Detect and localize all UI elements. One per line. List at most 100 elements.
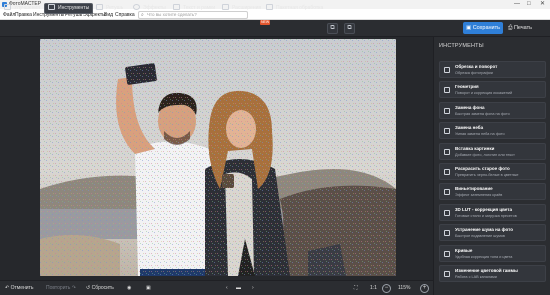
chevron-left-icon: ‹ [226,285,228,291]
fullscreen-button[interactable]: ⛶ [354,284,358,293]
tab-enhance[interactable]: Улучшения [4,3,40,14]
tool-title: Виньетирование [455,186,493,192]
tab-effects[interactable]: Эффекты [133,3,166,14]
tool-title: Обрезка и поворот [455,64,498,69]
redo-button[interactable]: Повторить ↷ [46,284,76,293]
fit-button[interactable]: ▬ [236,284,241,293]
effects-icon [133,4,140,10]
reset-button[interactable]: ↺ Сбросить [86,284,114,293]
zoom-in-button[interactable]: + [420,284,429,293]
bottom-bar: ↶ Отменить Повторить ↷ ↺ Сбросить ◉ ▣ ‹ … [0,280,433,295]
save-icon: ▣ [465,25,473,31]
eye-icon: ◉ [127,285,132,291]
chevron-right-icon: › [252,285,254,291]
tab-tools[interactable]: Инструменты [44,3,94,14]
tool-lut[interactable]: 3D LUT - коррекция цвета Готовые стили и… [439,203,546,221]
tool-title: Изменение цветовой гаммы [455,267,518,273]
tool-subtitle: Готовые стили и загрузка пресетов [455,213,517,218]
tool-background-replace[interactable]: Замена фона Быстрая замена фона на фото [439,101,546,119]
new-badge: NEW [260,20,271,25]
vignette-icon [444,189,450,196]
tool-title: Замена неба [455,125,484,131]
tab-text-frames[interactable]: Текст и рамки [173,3,215,14]
save-label: Сохранить [472,25,501,31]
tab-extensions[interactable]: Расширения [222,3,261,14]
insert-image-icon [444,148,450,155]
zoom-out-button[interactable]: − [382,284,391,293]
plus-icon [222,4,229,10]
denoise-icon [444,230,450,237]
lut-icon [444,209,450,216]
print-button[interactable]: ⎙ Печать [508,22,546,34]
tool-subtitle: Удобная коррекция тона и цвета [455,254,513,259]
tool-colorize[interactable]: Раскрасить старое фото Превратить черно-… [439,162,546,180]
tool-subtitle: Эффект затемнения краёв [455,193,503,198]
reset-label: Сбросить [91,285,114,291]
print-label: Печать [513,25,532,31]
tools-panel: ИНСТРУМЕНТЫ Обрезка и поворот Обрезка фо… [433,37,550,295]
enhance-icon [4,4,11,10]
tool-denoise[interactable]: Устранение шума на фото Быстрое подавлен… [439,224,546,242]
compare-icon: ⧉ [330,25,335,31]
preview-toggle[interactable]: ◉ [127,284,131,293]
crop-tools-icon [48,4,55,10]
photo-image [40,39,396,276]
plus-icon: + [422,285,427,291]
history-button[interactable]: ⧉ [344,23,355,34]
tool-vignette[interactable]: Виньетирование Эффект затемнения краёв [439,183,546,201]
panel-title: ИНСТРУМЕНТЫ [439,43,484,49]
tab-effects-label: Эффекты [143,5,166,11]
tool-title: Кривые [455,247,473,253]
redo-icon: ↷ [70,285,76,291]
tool-subtitle: Быстрая замена фона на фото [455,111,510,116]
minimize-button[interactable]: — [514,0,520,9]
tool-curves[interactable]: Кривые Удобная коррекция тона и цвета [439,244,546,262]
tool-title: Устранение шума на фото [455,227,514,233]
undo-button[interactable]: ↶ Отменить [5,284,33,293]
undo-label: Отменить [10,285,34,291]
canvas-area[interactable] [0,37,433,280]
ratio-label[interactable]: 1:1 [370,284,377,293]
tab-retouch[interactable]: Ретушь [96,3,123,14]
save-button[interactable]: ▣ Сохранить [463,22,503,34]
tool-title: Раскрасить старое фото [455,165,510,171]
tool-title: Замена фона [455,104,485,110]
minus-icon: − [384,285,389,291]
tool-subtitle: Превратить черно-белые в цветные [455,172,519,177]
tool-crop-rotate[interactable]: Обрезка и поворот Обрезка фотографии [439,61,546,78]
tab-batch[interactable]: Пакетная обработка [266,3,323,14]
curves-icon [444,250,450,257]
photo-preview[interactable] [40,39,396,276]
tool-sky-replace[interactable]: Замена неба Умная замена неба на фото [439,122,546,140]
tool-subtitle: Поворот и коррекция искажений [455,91,513,96]
tab-extensions-label: Расширения [232,5,262,11]
history-icon: ⧉ [347,25,352,31]
sky-replace-icon [444,128,450,135]
compare-toggle[interactable]: ▣ [146,284,151,293]
batch-icon [266,4,273,10]
compare-button[interactable]: ⧉ [327,23,338,34]
split-view-icon: ▣ [146,285,151,291]
maximize-button[interactable]: □ [527,0,531,9]
tab-enhance-label: Улучшения [14,5,40,11]
tool-title: Вставка картинки [455,145,495,151]
colorize-icon [444,168,450,175]
zoom-label: 115% [398,285,411,291]
redo-label: Повторить [46,285,71,291]
tab-batch-label: Пакетная обработка [276,5,324,11]
background-replace-icon [444,107,450,114]
tool-geometry[interactable]: Геометрия Поворот и коррекция искажений [439,81,546,99]
close-button[interactable]: ✕ [540,0,545,9]
next-button[interactable]: › [252,284,254,293]
tool-subtitle: Умная замена неба на фото [455,132,505,137]
tool-insert-image[interactable]: Вставка картинки Добавьте фото, логотип … [439,142,546,160]
tool-color-range[interactable]: Изменение цветовой гаммы Работа с LAB ка… [439,264,546,282]
tool-title: 3D LUT - коррекция цвета [455,206,512,212]
brush-icon [96,4,103,10]
prev-button[interactable]: ‹ [226,284,228,293]
tool-title: Геометрия [455,84,479,90]
tool-subtitle: Работа с LAB каналами [455,274,497,279]
text-icon [173,4,180,10]
tool-subtitle: Добавьте фото, логотип или текст [455,152,515,157]
crop-icon [444,67,450,73]
